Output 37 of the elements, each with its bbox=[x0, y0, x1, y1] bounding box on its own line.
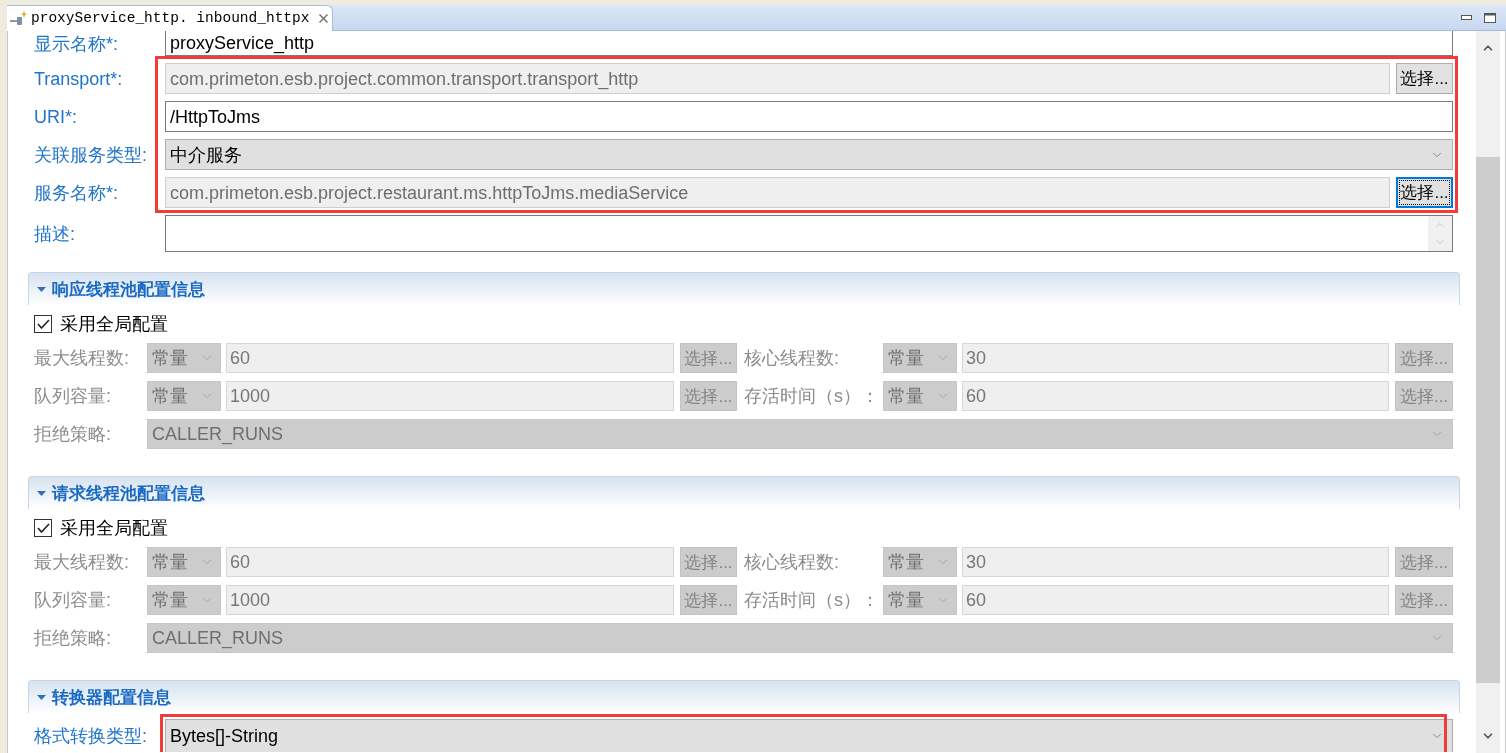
field-label: 队列容量: bbox=[34, 387, 112, 405]
text-field[interactable]: /HttpToJms bbox=[165, 101, 1453, 132]
field-label: 最大线程数: bbox=[34, 349, 130, 367]
field-label: 最大线程数: bbox=[34, 553, 130, 571]
dropdown[interactable]: 中介服务 bbox=[165, 139, 1453, 170]
maximize-icon[interactable] bbox=[1484, 12, 1496, 23]
field-label: 队列容量: bbox=[34, 591, 112, 609]
tab-title: proxyService_http. inbound_httpx bbox=[31, 11, 310, 26]
select-button[interactable]: 选择... bbox=[1396, 177, 1453, 208]
select-button[interactable]: 选择... bbox=[1396, 63, 1453, 94]
minimize-icon[interactable] bbox=[1461, 15, 1472, 20]
field-label: 显示名称*: bbox=[34, 34, 119, 53]
field-label: Transport*: bbox=[34, 69, 124, 88]
field-label: 拒绝策略: bbox=[34, 425, 112, 443]
close-icon[interactable] bbox=[319, 14, 329, 23]
plug-star-icon bbox=[10, 11, 27, 26]
field-label: 服务名称*: bbox=[34, 183, 119, 202]
field-label: 关联服务类型: bbox=[34, 145, 148, 164]
field-label: 拒绝策略: bbox=[34, 629, 112, 647]
expand-triangle-icon[interactable] bbox=[37, 694, 46, 700]
field-label: 存活时间（s）： bbox=[744, 591, 880, 609]
editor-tab[interactable]: proxyService_http. inbound_httpx bbox=[7, 5, 333, 31]
scrollbar[interactable] bbox=[1476, 31, 1500, 753]
text-field[interactable]: com.primeton.esb.project.restaurant.ms.httpToJms.mediaService bbox=[165, 177, 1390, 208]
checkmark-icon bbox=[36, 319, 50, 329]
field-label: 核心线程数: bbox=[744, 553, 840, 571]
dropdown[interactable]: Bytes[]-String bbox=[165, 719, 1453, 752]
field-label: 描述: bbox=[34, 224, 76, 243]
checkmark-icon bbox=[36, 523, 50, 533]
field-label: URI*: bbox=[34, 107, 78, 126]
field-label: 核心线程数: bbox=[744, 349, 840, 367]
field-label: 存活时间（s）： bbox=[744, 387, 880, 405]
scrollbar-thumb[interactable] bbox=[1476, 157, 1500, 683]
text-field[interactable]: com.primeton.esb.project.common.transport.transport_http bbox=[165, 63, 1390, 94]
section-header[interactable]: 转换器配置信息 bbox=[28, 680, 1460, 713]
field-label: 格式转换类型: bbox=[34, 726, 148, 745]
text-field[interactable]: proxyService_http bbox=[165, 31, 1453, 56]
